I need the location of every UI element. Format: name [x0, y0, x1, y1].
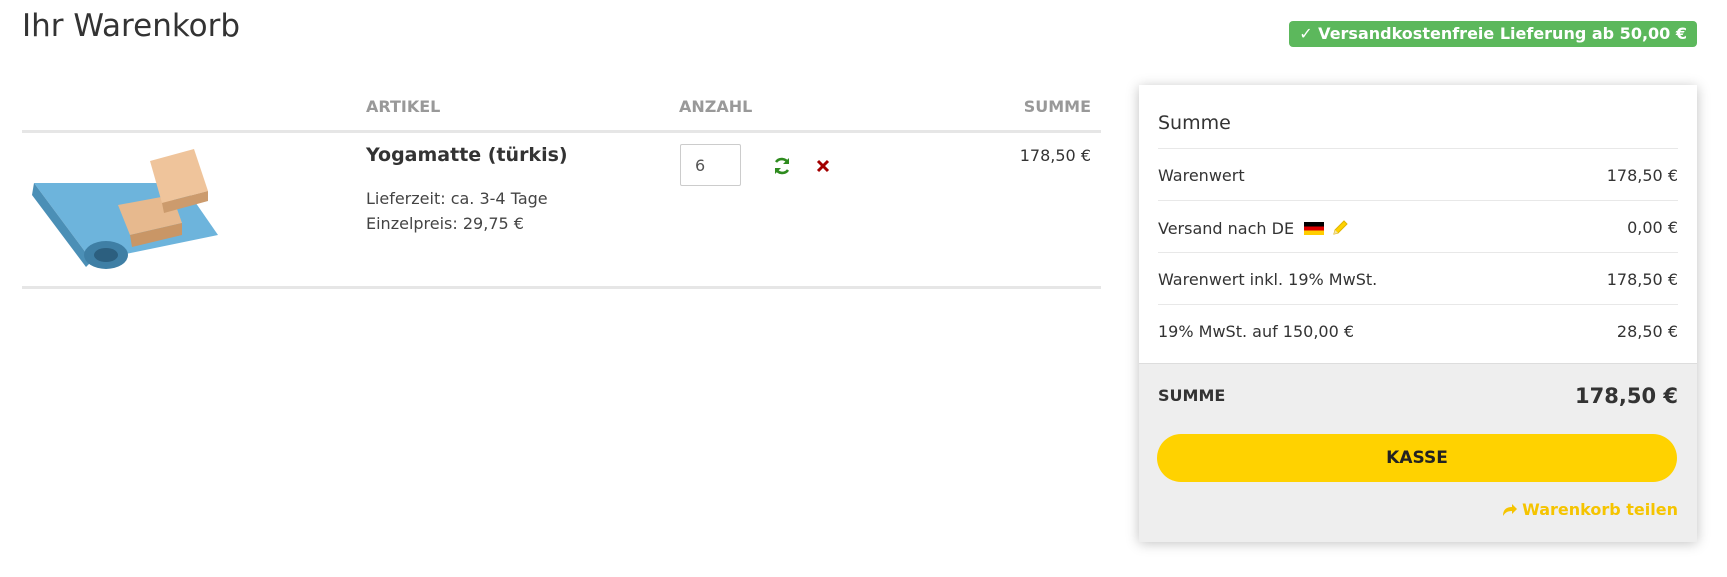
order-summary: Summe Warenwert 178,50 € Versand nach DE…	[1139, 85, 1697, 542]
summary-row-goods-value: Warenwert 178,50 €	[1158, 148, 1678, 200]
total-value: 178,50 €	[1575, 384, 1678, 408]
summary-row-label: Warenwert inkl. 19% MwSt.	[1158, 270, 1378, 289]
unit-price: Einzelpreis: 29,75 €	[366, 214, 524, 233]
share-icon	[1503, 503, 1518, 516]
summary-row-vat: 19% MwSt. auf 150,00 € 28,50 €	[1158, 304, 1678, 356]
summary-row-label: Versand nach DE	[1158, 218, 1295, 238]
page-title: Ihr Warenkorb	[22, 8, 241, 44]
checkout-button[interactable]: KASSE	[1157, 434, 1677, 482]
share-cart-label: Warenkorb teilen	[1522, 500, 1678, 519]
row-sum: 178,50 €	[1019, 146, 1091, 165]
total-label: SUMME	[1158, 386, 1226, 405]
delivery-time: Lieferzeit: ca. 3-4 Tage	[366, 189, 548, 208]
product-image[interactable]	[32, 143, 222, 271]
summary-rows: Warenwert 178,50 € Versand nach DE 0,00 …	[1158, 148, 1678, 356]
germany-flag-icon	[1304, 221, 1325, 235]
cart-table-header: ARTIKEL ANZAHL SUMME	[22, 94, 1101, 133]
remove-icon	[816, 159, 830, 173]
product-name[interactable]: Yogamatte (türkis)	[366, 144, 568, 166]
summary-row-label: Warenwert	[1158, 166, 1245, 185]
remove-item-button[interactable]	[810, 153, 836, 179]
summary-row-label: 19% MwSt. auf 150,00 €	[1158, 322, 1355, 341]
summary-row-value: 0,00 €	[1627, 218, 1678, 237]
pencil-icon[interactable]	[1330, 218, 1350, 238]
summary-row-shipping: Versand nach DE 0,00 €	[1158, 200, 1678, 252]
summary-row-value: 178,50 €	[1606, 166, 1678, 185]
column-header-sum: SUMME	[1023, 97, 1091, 116]
refresh-icon	[774, 157, 790, 175]
column-header-article: ARTIKEL	[366, 97, 441, 116]
quantity-input[interactable]	[680, 144, 741, 186]
table-row: Yogamatte (türkis) Lieferzeit: ca. 3-4 T…	[22, 133, 1101, 289]
summary-row-goods-incl-vat: Warenwert inkl. 19% MwSt. 178,50 €	[1158, 252, 1678, 304]
update-quantity-button[interactable]	[769, 153, 795, 179]
column-header-quantity: ANZAHL	[679, 97, 753, 116]
summary-footer: SUMME 178,50 € KASSE Warenkorb teilen	[1139, 363, 1697, 542]
free-shipping-badge: ✓ Versandkostenfreie Lieferung ab 50,00 …	[1289, 21, 1697, 47]
summary-row-value: 28,50 €	[1616, 322, 1678, 341]
share-cart-link[interactable]: Warenkorb teilen	[1502, 500, 1678, 519]
summary-title: Summe	[1158, 112, 1231, 134]
shipping-label-group: Versand nach DE	[1158, 218, 1350, 238]
cart-table: ARTIKEL ANZAHL SUMME Yogamatte (türkis) …	[22, 94, 1101, 289]
product-details: Lieferzeit: ca. 3-4 Tage Einzelpreis: 29…	[366, 186, 548, 236]
summary-row-value: 178,50 €	[1606, 270, 1678, 289]
